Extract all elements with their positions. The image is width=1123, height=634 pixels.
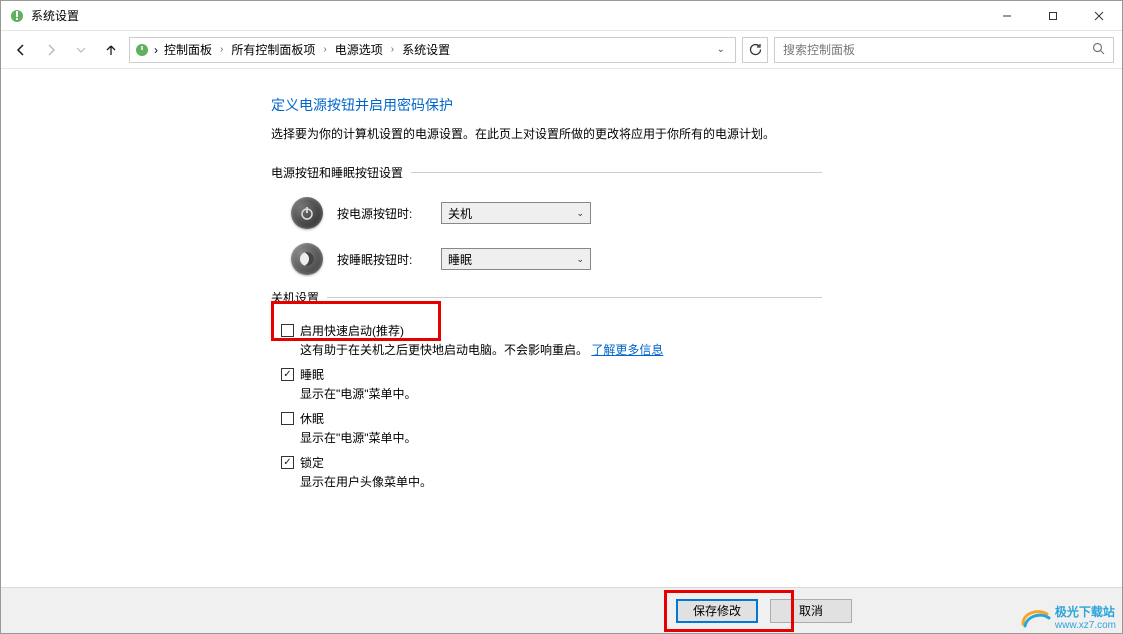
chevron-down-icon: ⌄ [576, 254, 584, 265]
learn-more-link[interactable]: 了解更多信息 [591, 343, 663, 357]
search-icon [1092, 42, 1105, 58]
window-controls [984, 1, 1122, 30]
recent-locations-button[interactable] [69, 38, 93, 62]
option-lock[interactable]: 锁定 [281, 454, 1122, 471]
back-button[interactable] [9, 38, 33, 62]
sleep-button-dropdown[interactable]: 睡眠 ⌄ [441, 248, 591, 270]
forward-button[interactable] [39, 38, 63, 62]
section-header-shutdown: 关机设置 [271, 289, 1122, 306]
checkbox[interactable] [281, 324, 294, 337]
page-description: 选择要为你的计算机设置的电源设置。在此页上对设置所做的更改将应用于你所有的电源计… [271, 125, 1122, 142]
section-title: 关机设置 [271, 289, 319, 306]
option-hibernate[interactable]: 休眠 [281, 410, 1122, 427]
shutdown-options: 启用快速启动(推荐) 这有助于在关机之后更快地启动电脑。不会影响重启。 了解更多… [271, 322, 1122, 490]
breadcrumb: 控制面板 › 所有控制面板项 › 电源选项 › 系统设置 [162, 41, 707, 58]
checkbox[interactable] [281, 456, 294, 469]
dropdown-value: 睡眠 [448, 251, 472, 268]
sleep-icon [291, 243, 323, 275]
option-fast-startup[interactable]: 启用快速启动(推荐) [281, 322, 1122, 339]
search-input[interactable]: 搜索控制面板 [774, 37, 1114, 63]
option-label: 锁定 [300, 454, 324, 471]
section-title: 电源按钮和睡眠按钮设置 [271, 164, 403, 181]
button-label: 保存修改 [693, 602, 741, 619]
breadcrumb-item[interactable]: 系统设置 [400, 41, 452, 58]
option-description: 显示在用户头像菜单中。 [281, 473, 1122, 490]
power-icon [291, 197, 323, 229]
search-placeholder: 搜索控制面板 [783, 41, 855, 58]
window-titlebar: 系统设置 [1, 1, 1122, 31]
sleep-button-label: 按睡眠按钮时: [337, 251, 427, 268]
section-header-buttons: 电源按钮和睡眠按钮设置 [271, 164, 1122, 181]
chevron-right-icon: › [216, 44, 227, 55]
window-title: 系统设置 [31, 7, 984, 24]
footer-bar: 保存修改 取消 [1, 587, 1122, 633]
option-label: 启用快速启动(推荐) [300, 322, 404, 339]
address-bar[interactable]: › 控制面板 › 所有控制面板项 › 电源选项 › 系统设置 ⌄ [129, 37, 736, 63]
chevron-right-icon: › [387, 44, 398, 55]
page-heading: 定义电源按钮并启用密码保护 [271, 95, 1122, 115]
divider [411, 172, 822, 173]
power-options-icon [134, 42, 150, 58]
divider [327, 297, 822, 298]
refresh-button[interactable] [742, 37, 768, 63]
option-sleep[interactable]: 睡眠 [281, 366, 1122, 383]
power-button-row: 按电源按钮时: 关机 ⌄ [271, 197, 1122, 229]
option-label: 睡眠 [300, 366, 324, 383]
chevron-right-icon: › [319, 44, 330, 55]
chevron-right-icon: › [154, 43, 158, 57]
breadcrumb-item[interactable]: 所有控制面板项 [229, 41, 317, 58]
app-icon [9, 8, 25, 24]
close-button[interactable] [1076, 1, 1122, 30]
breadcrumb-item[interactable]: 电源选项 [333, 41, 385, 58]
save-button[interactable]: 保存修改 [676, 599, 758, 623]
maximize-button[interactable] [1030, 1, 1076, 30]
cancel-button[interactable]: 取消 [770, 599, 852, 623]
option-description: 显示在"电源"菜单中。 [281, 385, 1122, 402]
option-description: 显示在"电源"菜单中。 [281, 429, 1122, 446]
address-dropdown-icon[interactable]: ⌄ [711, 44, 731, 55]
power-button-label: 按电源按钮时: [337, 205, 427, 222]
power-button-dropdown[interactable]: 关机 ⌄ [441, 202, 591, 224]
option-description: 这有助于在关机之后更快地启动电脑。不会影响重启。 了解更多信息 [281, 341, 1122, 358]
checkbox[interactable] [281, 368, 294, 381]
up-button[interactable] [99, 38, 123, 62]
chevron-down-icon: ⌄ [576, 208, 584, 219]
breadcrumb-item[interactable]: 控制面板 [162, 41, 214, 58]
option-label: 休眠 [300, 410, 324, 427]
button-label: 取消 [799, 602, 823, 619]
minimize-button[interactable] [984, 1, 1030, 30]
dropdown-value: 关机 [448, 205, 472, 222]
main-content: 定义电源按钮并启用密码保护 选择要为你的计算机设置的电源设置。在此页上对设置所做… [1, 71, 1122, 587]
checkbox[interactable] [281, 412, 294, 425]
sleep-button-row: 按睡眠按钮时: 睡眠 ⌄ [271, 243, 1122, 275]
navigation-toolbar: › 控制面板 › 所有控制面板项 › 电源选项 › 系统设置 ⌄ 搜索控制面板 [1, 31, 1122, 69]
